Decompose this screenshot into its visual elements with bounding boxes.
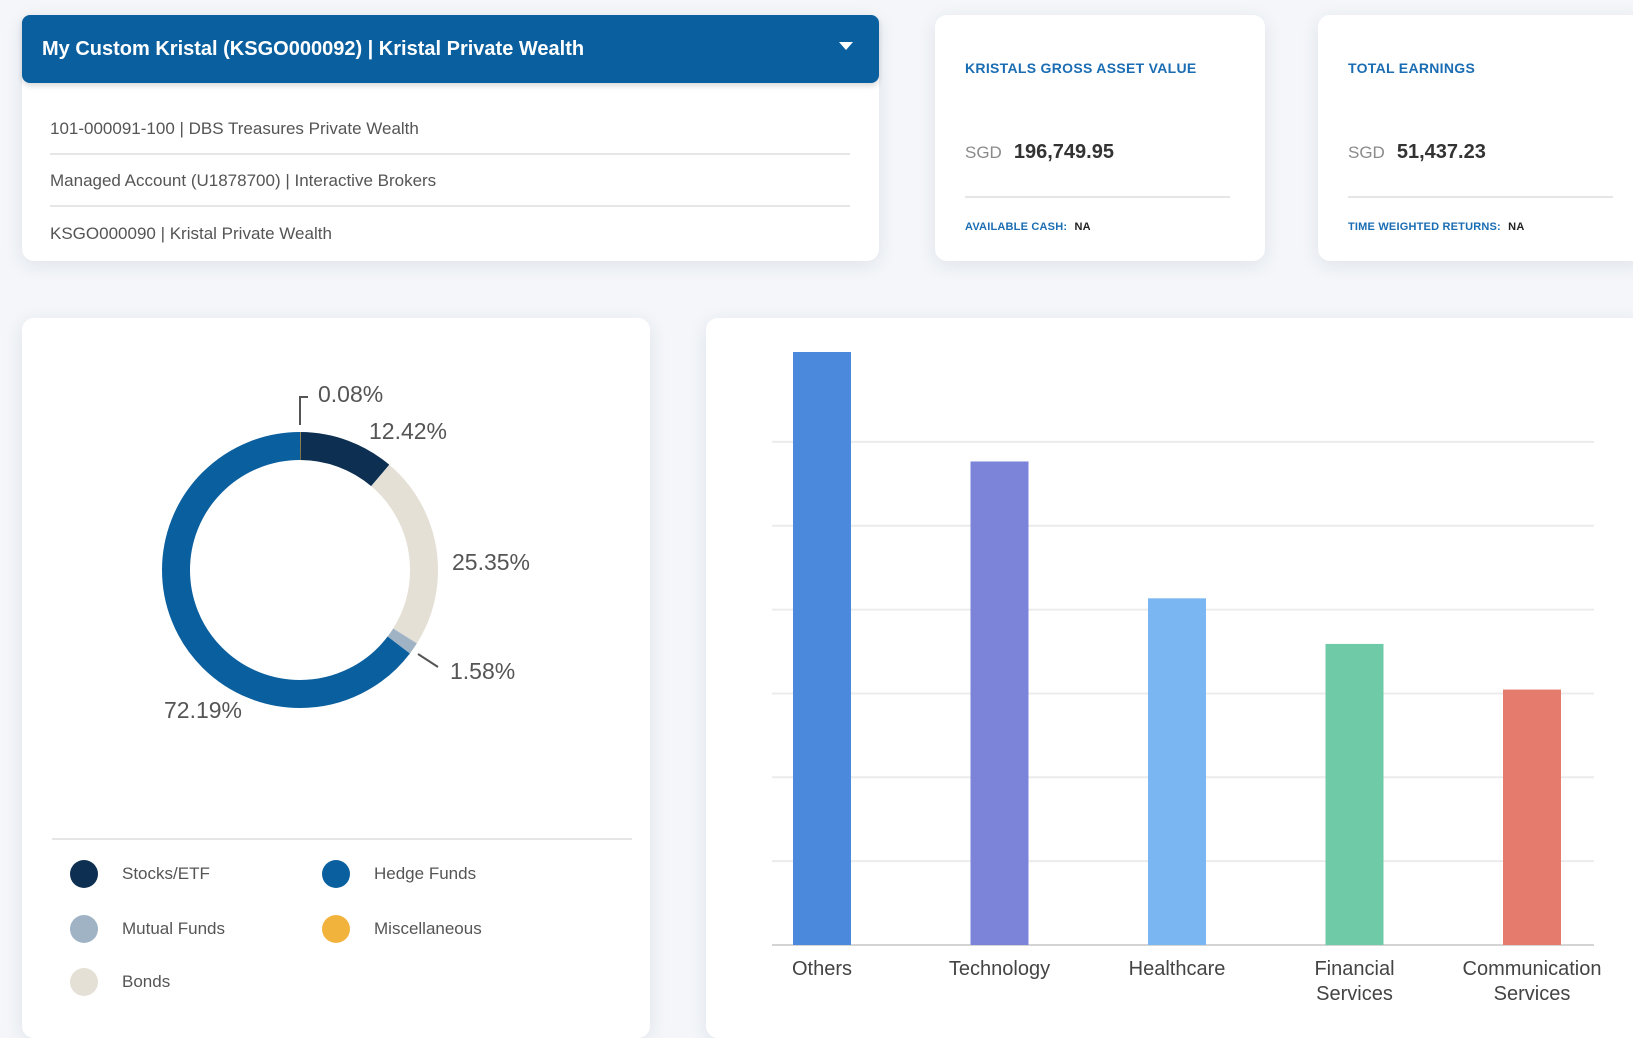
bar-communication-services	[1503, 689, 1561, 945]
gross-asset-label: KRISTALS GROSS ASSET VALUE	[965, 60, 1197, 76]
slice-label-miscellaneous: 0.08%	[318, 381, 383, 407]
account-selector-card: My Custom Kristal (KSGO000092) | Kristal…	[22, 15, 879, 261]
asset-allocation-card: 0.08% 12.42% 25.35% 1.58% 72.19% Stocks/…	[22, 318, 650, 1038]
legend-swatch	[322, 860, 350, 888]
account-option[interactable]: KSGO000090 | Kristal Private Wealth	[50, 209, 850, 259]
slice-label-stocks-etf: 12.42%	[369, 418, 447, 444]
asset-allocation-donut-chart: 0.08% 12.42% 25.35% 1.58% 72.19%	[162, 381, 530, 723]
bar-financial-services	[1325, 643, 1384, 945]
x-tick-label: Healthcare	[1129, 958, 1226, 980]
gross-asset-value: SGD 196,749.95	[965, 141, 1114, 164]
x-tick-label: Others	[792, 958, 852, 980]
twr-label: TIME WEIGHTED RETURNS:	[1348, 221, 1501, 233]
currency-label: SGD	[965, 143, 1002, 162]
gross-asset-card: KRISTALS GROSS ASSET VALUE SGD 196,749.9…	[935, 15, 1265, 261]
x-tick-label: Technology	[949, 958, 1050, 980]
sector-bar-chart: Others Technology Healthcare Financial Servi…	[772, 352, 1602, 1005]
gross-asset-amount: 196,749.95	[1013, 141, 1114, 163]
caret-down-icon[interactable]	[839, 42, 853, 50]
bar-technology	[970, 461, 1029, 945]
total-earnings-amount: 51,437.23	[1396, 141, 1486, 163]
sector-allocation-card: Others Technology Healthcare Financial Servi…	[706, 318, 1633, 1038]
slice-label-hedge-funds: 72.19%	[164, 697, 242, 723]
currency-label: SGD	[1348, 143, 1385, 162]
leader-line	[417, 653, 439, 668]
legend-divider	[52, 838, 632, 840]
legend-label: Hedge Funds	[374, 864, 477, 883]
leader-line	[299, 396, 308, 425]
total-earnings-value: SGD 51,437.23	[1348, 141, 1486, 164]
legend-swatch	[70, 860, 98, 888]
time-weighted-returns: TIME WEIGHTED RETURNS: NA	[1348, 221, 1524, 233]
legend-item-miscellaneous[interactable]: Miscellaneous	[322, 915, 482, 943]
slice-label-bonds: 25.35%	[452, 549, 530, 575]
available-cash-value: NA	[1074, 221, 1091, 233]
divider	[965, 196, 1230, 198]
divider	[1348, 196, 1613, 198]
total-earnings-card: TOTAL EARNINGS SGD 51,437.23 TIME WEIGHT…	[1318, 15, 1633, 261]
account-selector-dropdown[interactable]: My Custom Kristal (KSGO000092) | Kristal…	[22, 15, 879, 83]
legend-swatch	[70, 968, 98, 996]
account-option[interactable]: Managed Account (U1878700) | Interactive…	[50, 157, 850, 207]
legend-label: Miscellaneous	[374, 919, 482, 938]
x-tick-label: Financial Services	[1314, 958, 1394, 1005]
bar-healthcare	[1148, 598, 1206, 945]
account-option[interactable]: 101-000091-100 | DBS Treasures Private W…	[50, 105, 850, 155]
legend-item-stocks-etf[interactable]: Stocks/ETF	[70, 860, 210, 888]
total-earnings-label: TOTAL EARNINGS	[1348, 60, 1476, 76]
legend-label: Mutual Funds	[122, 919, 225, 938]
twr-value: NA	[1508, 221, 1525, 233]
available-cash-label: AVAILABLE CASH:	[965, 221, 1068, 233]
bar-others	[793, 352, 851, 945]
account-selected-label: My Custom Kristal (KSGO000092) | Kristal…	[42, 37, 585, 60]
legend-item-mutual-funds[interactable]: Mutual Funds	[70, 915, 225, 943]
x-tick-label: Communication Services	[1463, 958, 1602, 1005]
legend-swatch	[70, 915, 98, 943]
slice-label-mutual-funds: 1.58%	[450, 658, 515, 684]
legend-swatch	[322, 915, 350, 943]
legend-label: Stocks/ETF	[122, 864, 210, 883]
legend-item-bonds[interactable]: Bonds	[70, 968, 170, 996]
available-cash: AVAILABLE CASH: NA	[965, 221, 1091, 233]
legend-item-hedge-funds[interactable]: Hedge Funds	[322, 860, 476, 888]
legend-label: Bonds	[122, 972, 171, 991]
